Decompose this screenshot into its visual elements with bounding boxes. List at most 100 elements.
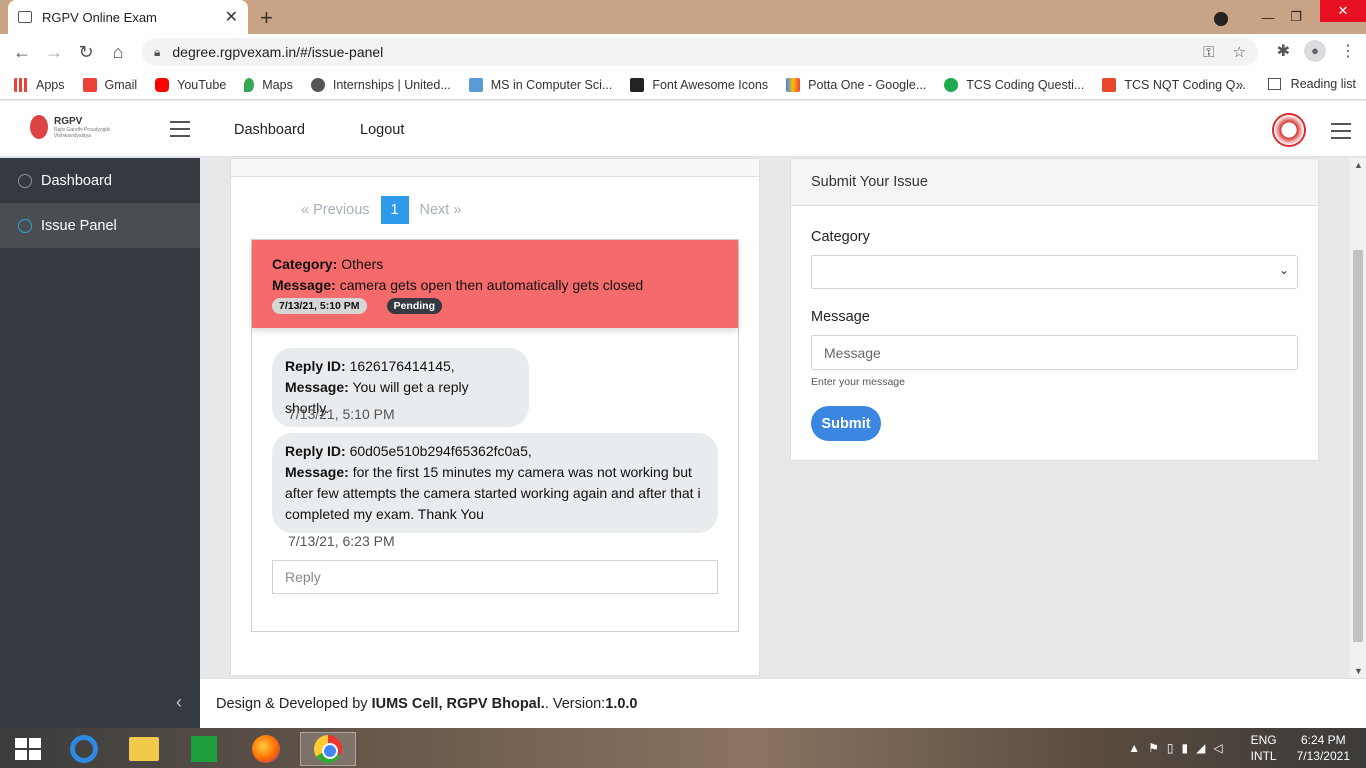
- system-clock[interactable]: 6:24 PM 7/13/2021: [1297, 732, 1350, 764]
- more-bookmarks-button[interactable]: »: [1236, 77, 1243, 92]
- window-close-button[interactable]: ✕: [1320, 0, 1366, 22]
- reload-icon[interactable]: ↻: [70, 42, 102, 63]
- taskbar-explorer[interactable]: [116, 732, 172, 766]
- reply-message-label: Message:: [285, 464, 349, 480]
- window-controls: — ❐ ✕: [1214, 0, 1366, 34]
- issue-message: camera gets open then automatically gets…: [339, 277, 644, 293]
- file-explorer-icon: [129, 737, 159, 761]
- bookmark-tcs-coding[interactable]: TCS Coding Questi...: [944, 77, 1084, 92]
- bookmark-ms-cs[interactable]: MS in Computer Sci...: [468, 77, 612, 92]
- reply-id-row: Reply ID: 60d05e510b294f65362fc0a5,: [285, 441, 705, 462]
- input-language[interactable]: ENG INTL: [1251, 732, 1277, 764]
- submit-button[interactable]: Submit: [811, 406, 881, 441]
- home-icon[interactable]: ⌂: [102, 42, 134, 63]
- nav-dashboard-link[interactable]: Dashboard: [234, 122, 305, 138]
- issue-category: Others: [341, 256, 384, 272]
- taskbar-firefox[interactable]: [238, 732, 294, 766]
- footer-prefix: Design & Developed by: [216, 695, 368, 712]
- bookmark-font-awesome[interactable]: Font Awesome Icons: [630, 77, 768, 92]
- sidebar-toggle-icon[interactable]: [170, 121, 190, 137]
- collapse-chevron-icon[interactable]: ‹: [176, 692, 182, 713]
- maps-pin-icon: [244, 77, 255, 92]
- rgpv-logo[interactable]: RGPV Rajiv Gandhi Proudyogiki Vishwavidy…: [30, 115, 114, 139]
- reply-id-row: Reply ID: 1626176414145,: [285, 356, 516, 377]
- page-scrollbar[interactable]: ▲ ▼: [1350, 158, 1366, 678]
- bookmark-youtube[interactable]: YouTube: [155, 77, 226, 92]
- app-footer: Design & Developed by IUMS Cell, RGPV Bh…: [200, 678, 1366, 728]
- pagination-current-page[interactable]: 1: [380, 196, 409, 224]
- lock-icon[interactable]: 🔒︎: [154, 45, 160, 60]
- chrome-icon: [314, 735, 342, 763]
- address-bar[interactable]: 🔒︎ degree.rgpvexam.in/#/issue-panel ⚿ ☆: [142, 38, 1258, 66]
- apps-grid-icon: [14, 77, 28, 92]
- sidebar-footer: ‹: [0, 678, 200, 728]
- footer-org: IUMS Cell, RGPV Bhopal.: [371, 695, 545, 712]
- scroll-down-icon[interactable]: ▼: [1354, 666, 1363, 676]
- category-field-label: Category: [811, 229, 870, 245]
- reply-timestamp: 7/13/21, 5:10 PM: [288, 406, 395, 422]
- bookmark-apps[interactable]: Apps: [14, 77, 65, 92]
- sidebar-item-issue-panel[interactable]: Issue Panel: [0, 203, 200, 248]
- university-seal-icon[interactable]: [1272, 113, 1306, 147]
- reply-input[interactable]: [272, 560, 718, 594]
- submit-issue-card: Submit Your Issue Category ⌄ Message Ent…: [790, 158, 1319, 461]
- bookmark-star-icon[interactable]: ☆: [1233, 43, 1246, 61]
- reply-id: 1626176414145,: [349, 358, 455, 374]
- minimize-button[interactable]: —: [1254, 10, 1282, 25]
- bookmark-potta-one[interactable]: Potta One - Google...: [786, 77, 926, 92]
- start-button[interactable]: [0, 732, 56, 766]
- footer-version: 1.0.0: [605, 695, 638, 712]
- issue-time-badge: 7/13/21, 5:10 PM: [272, 298, 367, 314]
- extensions-icon[interactable]: ✱: [1277, 41, 1290, 61]
- reply-bubble: Reply ID: 60d05e510b294f65362fc0a5, Mess…: [272, 433, 718, 533]
- google-fonts-icon: [786, 77, 801, 92]
- bookmark-gmail[interactable]: Gmail: [82, 77, 137, 92]
- taskbar-ie[interactable]: [56, 732, 112, 766]
- scrollbar-thumb[interactable]: [1353, 250, 1363, 642]
- flag-icon: [630, 77, 645, 92]
- windows-logo-icon: [15, 738, 41, 760]
- key-icon[interactable]: ⚿: [1203, 44, 1214, 61]
- tray-icons[interactable]: ▲⚑▯▮◢◁: [1128, 741, 1230, 755]
- restore-button[interactable]: ❐: [1282, 9, 1310, 25]
- bookmark-maps[interactable]: Maps: [244, 77, 293, 92]
- reading-list-button[interactable]: Reading list: [1267, 77, 1356, 91]
- pagination-next[interactable]: Next »: [420, 202, 462, 218]
- tab-close-icon[interactable]: ✕: [225, 7, 238, 27]
- gmail-icon: [82, 77, 97, 92]
- keyboard-layout: INTL: [1250, 749, 1277, 763]
- url-text[interactable]: degree.rgpvexam.in/#/issue-panel: [172, 44, 1185, 60]
- tab-search-icon[interactable]: [1214, 12, 1228, 26]
- message-input[interactable]: [811, 335, 1298, 370]
- bookmark-tcs-nqt[interactable]: TCS NQT Coding Q...: [1102, 77, 1246, 92]
- profile-icon[interactable]: ●: [1304, 40, 1326, 62]
- menu-dots-icon[interactable]: ⋮: [1340, 41, 1356, 61]
- issue-card: Category: Others Message: camera gets op…: [251, 239, 739, 632]
- nav-logout-link[interactable]: Logout: [360, 122, 404, 138]
- system-tray: ▲⚑▯▮◢◁ ENG INTL 6:24 PM 7/13/2021: [1128, 728, 1350, 768]
- browser-tab[interactable]: RGPV Online Exam ✕: [8, 0, 248, 34]
- taskbar-chrome[interactable]: [300, 732, 356, 766]
- right-menu-icon[interactable]: [1331, 123, 1351, 139]
- back-icon[interactable]: ←: [6, 42, 38, 63]
- bookmark-internships[interactable]: Internships | United...: [310, 77, 451, 92]
- windows-taskbar: ▲⚑▯▮◢◁ ENG INTL 6:24 PM 7/13/2021: [0, 728, 1366, 768]
- youtube-icon: [155, 77, 170, 92]
- pagination-previous[interactable]: « Previous: [301, 202, 370, 218]
- chevron-down-icon: ⌄: [1278, 263, 1289, 277]
- scroll-up-icon[interactable]: ▲: [1354, 160, 1363, 170]
- forward-icon[interactable]: →: [38, 42, 70, 63]
- sidebar-item-label: Dashboard: [41, 172, 112, 189]
- page-icon: [18, 11, 32, 23]
- category-select[interactable]: ⌄: [811, 255, 1298, 289]
- new-tab-button[interactable]: +: [260, 5, 273, 31]
- status-badge: Pending: [386, 298, 442, 314]
- tachometer-icon: [18, 173, 32, 188]
- reply-message-row: Message: for the first 15 minutes my cam…: [285, 462, 705, 525]
- globe-icon: [310, 77, 325, 92]
- reply-message-label: Message:: [285, 379, 349, 395]
- category-label: Category:: [272, 256, 338, 272]
- taskbar-store[interactable]: [176, 732, 232, 766]
- sidebar-item-dashboard[interactable]: Dashboard: [0, 158, 200, 203]
- bookmarks-bar: Apps Gmail YouTube Maps Internships | Un…: [0, 70, 1366, 100]
